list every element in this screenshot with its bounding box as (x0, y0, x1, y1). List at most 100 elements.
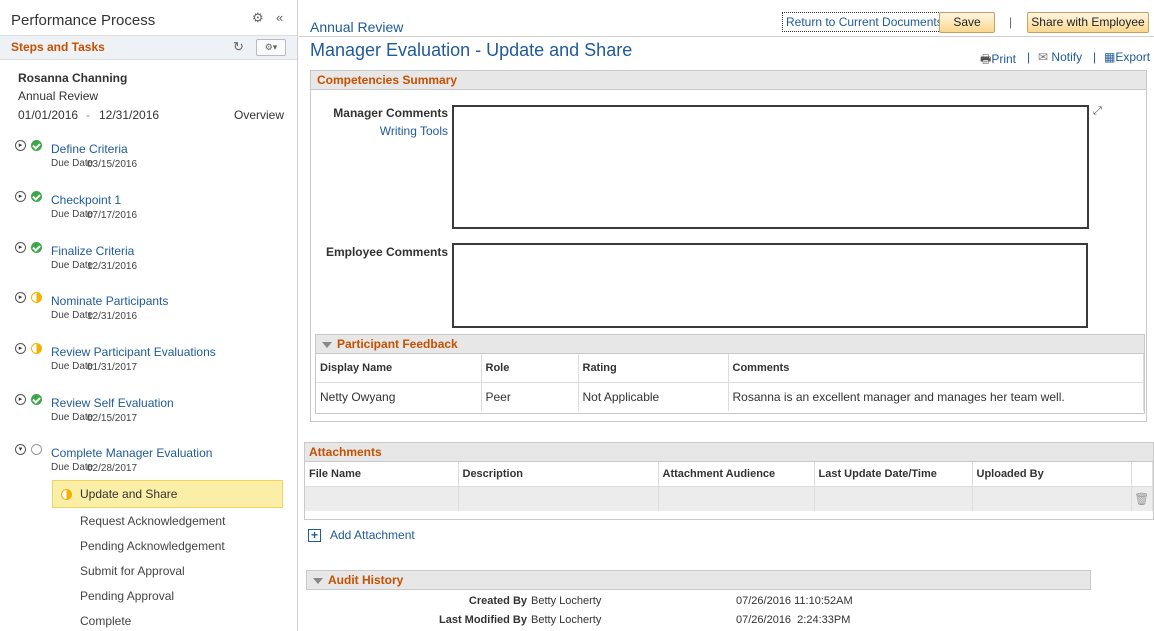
export-link[interactable]: ▦Export (1104, 50, 1150, 64)
subtask-complete[interactable]: Complete (80, 614, 131, 628)
collapse-icon[interactable]: « (276, 10, 283, 25)
last-modified-by-value: Betty Locherty (531, 614, 602, 626)
add-attachment-link[interactable]: Add Attachment (330, 528, 415, 542)
table-header-row: Display Name Role Rating Comments (316, 354, 1144, 382)
due-date-value: 12/31/2016 (87, 311, 138, 322)
expand-icon[interactable]: ▸ (15, 191, 26, 202)
subtask-pending-approval[interactable]: Pending Approval (80, 589, 174, 603)
complete-status-icon (31, 394, 42, 405)
task-finalize-criteria[interactable]: ▸ Finalize Criteria Due Date 12/31/2016 (0, 242, 297, 286)
competencies-summary-section: Competencies Summary Manager Comments Wr… (310, 70, 1147, 422)
task-review-self-evaluation[interactable]: ▸ Review Self Evaluation Due Date 02/15/… (0, 394, 297, 438)
section-header: Competencies Summary (311, 71, 1146, 90)
subtask-submit-for-approval[interactable]: Submit for Approval (80, 564, 185, 578)
subtask-label: Update and Share (80, 487, 178, 501)
tool-separator: | (1093, 50, 1097, 64)
task-checkpoint-1[interactable]: ▸ Checkpoint 1 Due Date 07/17/2016 (0, 191, 297, 235)
manager-comments-textarea[interactable] (452, 105, 1089, 229)
settings-icon[interactable]: ⚙ (252, 10, 264, 26)
writing-tools-link[interactable]: Writing Tools (378, 124, 448, 138)
column-header: File Name (305, 462, 459, 486)
period-end: 12/31/2016 (99, 108, 160, 122)
subtask-update-and-share[interactable]: Update and Share (52, 480, 283, 508)
column-header: Display Name (316, 354, 482, 382)
in-progress-status-icon (31, 292, 42, 303)
task-name[interactable]: Review Self Evaluation (51, 396, 174, 410)
in-progress-status-icon (61, 489, 72, 500)
breadcrumb[interactable]: Annual Review (310, 19, 403, 35)
column-header-action (1131, 462, 1153, 486)
document-type: Annual Review (18, 89, 99, 103)
save-button[interactable]: Save (939, 12, 995, 33)
panel-header: Performance Process ⚙ « (0, 0, 297, 36)
due-date-value: 02/28/2017 (87, 463, 138, 474)
notify-label: Notify (1051, 50, 1083, 64)
refresh-icon[interactable]: ↻ (233, 39, 244, 55)
main-content: Annual Review Return to Current Document… (299, 0, 1154, 631)
created-by-label: Created By (468, 595, 527, 607)
column-header: Uploaded By (972, 462, 1132, 486)
expand-icon[interactable]: ▸ (15, 140, 26, 151)
last-modified-datetime: 07/26/2016 2:24:33PM (736, 614, 851, 626)
add-icon[interactable]: + (308, 529, 321, 542)
task-name[interactable]: Finalize Criteria (51, 244, 134, 258)
print-icon: 🖶 (980, 52, 992, 66)
export-icon: ▦ (1104, 50, 1116, 64)
print-link[interactable]: 🖶Print (980, 50, 1016, 71)
cell-description (458, 485, 659, 511)
expand-icon[interactable]: ▸ (15, 343, 26, 354)
share-with-employee-button[interactable]: Share with Employee (1027, 12, 1149, 33)
expand-icon[interactable]: ▸ (15, 242, 26, 253)
column-header: Role (481, 354, 579, 382)
audit-history-header[interactable]: Audit History (307, 571, 1090, 589)
task-review-participant-evaluations[interactable]: ▸ Review Participant Evaluations Due Dat… (0, 343, 297, 387)
notify-link[interactable]: ✉ Notify (1038, 50, 1082, 64)
task-name[interactable]: Complete Manager Evaluation (51, 446, 212, 460)
due-date-value: 01/31/2017 (87, 362, 138, 373)
column-header: Description (458, 462, 659, 486)
attachments-table: File Name Description Attachment Audienc… (305, 462, 1153, 511)
section-header-label: Audit History (328, 573, 404, 587)
employee-name: Rosanna Channing (18, 71, 128, 85)
table-row: Netty Owyang Peer Not Applicable Rosanna… (316, 381, 1144, 411)
due-date-value: 12/31/2016 (87, 261, 138, 272)
task-name[interactable]: Review Participant Evaluations (51, 345, 216, 359)
subtask-pending-acknowledgement[interactable]: Pending Acknowledgement (80, 539, 225, 553)
column-header: Attachment Audience (658, 462, 815, 486)
toolbar-separator: | (1009, 15, 1013, 29)
complete-status-icon (31, 191, 42, 202)
return-to-current-documents-link[interactable]: Return to Current Documents (782, 12, 947, 32)
gear-menu-button[interactable]: ⚙▾ (256, 39, 286, 56)
task-name[interactable]: Checkpoint 1 (51, 193, 121, 207)
manager-comments-label: Manager Comments (333, 106, 448, 120)
table-header-row: File Name Description Attachment Audienc… (305, 462, 1153, 486)
due-date-value: 02/15/2017 (87, 413, 138, 424)
collapse-icon[interactable]: ▾ (15, 444, 26, 455)
column-header: Rating (578, 354, 729, 382)
expand-icon[interactable]: ▸ (15, 394, 26, 405)
created-datetime: 07/26/2016 11:10:52AM (736, 595, 853, 607)
cell-last-update (814, 485, 973, 511)
period-separator: - (86, 108, 90, 122)
attachments-section: Attachments File Name Description Attach… (304, 442, 1154, 520)
employee-comments-label: Employee Comments (325, 245, 448, 259)
tool-separator: | (1027, 50, 1031, 64)
cell-display-name: Netty Owyang (316, 381, 482, 411)
task-nominate-participants[interactable]: ▸ Nominate Participants Due Date 12/31/2… (0, 292, 297, 336)
created-by-value: Betty Locherty (531, 595, 602, 607)
expand-textarea-icon[interactable]: ⤢ (1093, 105, 1102, 118)
collapse-triangle-icon (322, 341, 332, 348)
participant-feedback-table: Display Name Role Rating Comments Netty … (316, 354, 1144, 411)
steps-header-label: Steps and Tasks (11, 40, 105, 54)
last-modified-by-label: Last Modified By (438, 614, 527, 626)
task-name[interactable]: Define Criteria (51, 142, 128, 156)
participant-feedback-header[interactable]: Participant Feedback (316, 335, 1144, 354)
subtask-request-acknowledgement[interactable]: Request Acknowledgement (80, 514, 225, 528)
overview-link[interactable]: Overview (234, 108, 284, 122)
trash-icon[interactable]: 🗑 (1131, 485, 1153, 511)
task-define-criteria[interactable]: ▸ Define Criteria Due Date 03/15/2016 (0, 140, 297, 184)
expand-icon[interactable]: ▸ (15, 292, 26, 303)
task-name[interactable]: Nominate Participants (51, 294, 168, 308)
cell-comments: Rosanna is an excellent manager and mana… (728, 381, 1144, 411)
column-header: Last Update Date/Time (814, 462, 973, 486)
